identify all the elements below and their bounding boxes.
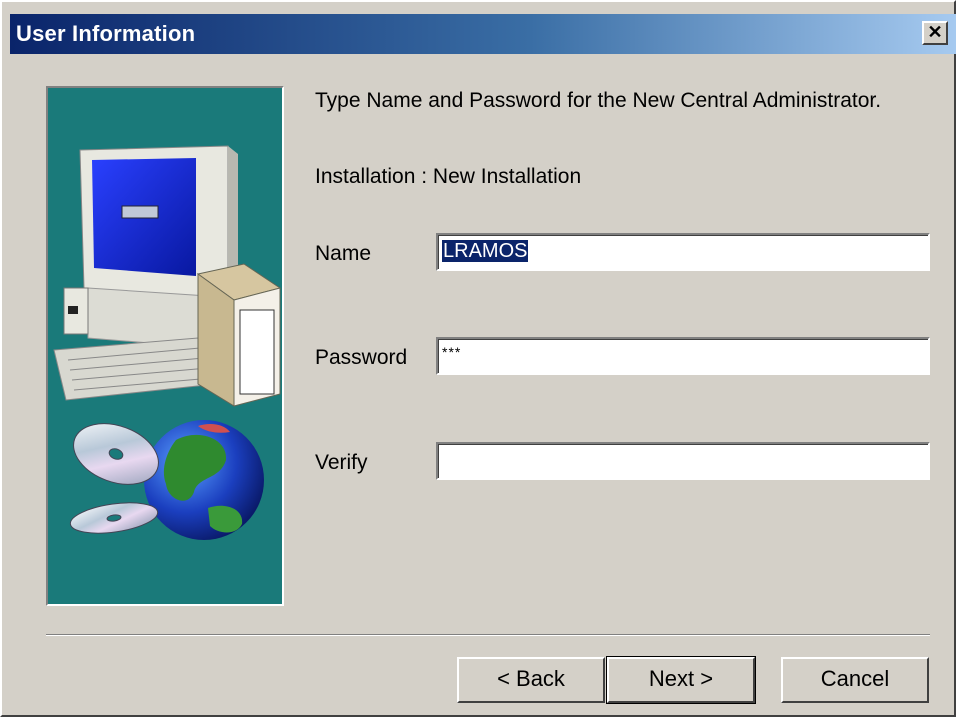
close-button[interactable]: ✕ [922,21,948,45]
globe-icon [144,420,264,540]
setup-illustration-graphic [53,145,282,540]
password-field[interactable]: *** [436,337,930,375]
password-label: Password [315,346,408,369]
cancel-button[interactable]: Cancel [781,657,929,703]
password-value: *** [442,344,462,360]
name-label: Name [315,242,372,265]
next-button[interactable]: Next > [606,656,756,704]
cd-disc-icon [69,423,159,534]
button-separator [46,634,930,636]
close-icon: ✕ [927,22,943,42]
instruction-text: Type Name and Password for the New Centr… [315,89,882,112]
title-bar[interactable]: User Information ✕ [10,14,956,54]
verify-field[interactable] [436,442,930,480]
window-title: User Information [16,21,196,46]
name-value: LRAMOS [442,240,529,262]
setup-illustration [46,86,284,606]
user-information-dialog: User Information ✕ Type Name and Passwor… [0,0,956,717]
software-box-icon [196,263,282,407]
name-field[interactable]: LRAMOS [436,233,930,271]
verify-label: Verify [315,451,368,474]
installation-type-text: Installation : New Installation [315,165,582,188]
back-button[interactable]: < Back [457,657,605,703]
